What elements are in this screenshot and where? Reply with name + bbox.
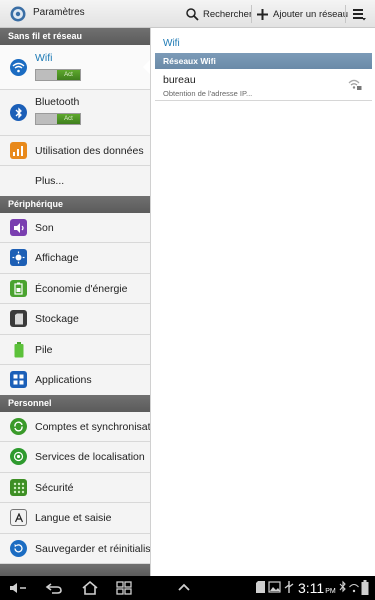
settings-item-wifi[interactable]: Wifi Act: [0, 45, 150, 90]
wifi-toggle[interactable]: Act: [35, 69, 81, 81]
sd-card-icon: [10, 310, 27, 327]
section-header-system-partial: [0, 564, 150, 576]
settings-item-label: Économie d'énergie: [35, 283, 128, 295]
section-header-device: Périphérique: [0, 196, 150, 213]
wifi-detail-panel: Wifi Réseaux Wifi bureau Obtention de l'…: [150, 28, 375, 576]
settings-item-label: Pile: [35, 344, 53, 356]
network-status: Obtention de l'adresse IP...: [163, 89, 253, 98]
settings-item-location[interactable]: Services de localisation: [0, 442, 150, 473]
settings-item-bluetooth[interactable]: Bluetooth Act: [0, 90, 150, 136]
apps-grid-icon: [10, 371, 27, 388]
settings-item-accounts-sync[interactable]: Comptes et synchronisation: [0, 412, 150, 442]
settings-item-label: Stockage: [35, 313, 79, 325]
settings-item-label: Services de localisation: [35, 451, 145, 463]
menu-icon: [353, 9, 366, 21]
settings-item-label: Affichage: [35, 252, 79, 264]
back-icon[interactable]: [44, 580, 64, 596]
settings-item-label: Sauvegarder et réinitialiser: [35, 543, 150, 555]
security-grid-icon: [10, 479, 27, 496]
settings-item-label: Applications: [35, 374, 92, 386]
usb-icon: [284, 581, 294, 593]
clock: 3:11PM: [298, 580, 336, 596]
brightness-icon: [10, 249, 27, 266]
sync-icon: [10, 418, 27, 435]
bluetooth-icon: [10, 104, 27, 121]
home-icon[interactable]: [80, 580, 100, 596]
sd-notification-icon: [256, 581, 265, 593]
settings-item-power-saving[interactable]: Économie d'énergie: [0, 274, 150, 304]
settings-item-label: Bluetooth: [35, 96, 80, 108]
settings-item-more[interactable]: Plus...: [0, 166, 150, 196]
bluetooth-toggle[interactable]: Act: [35, 113, 81, 125]
recent-apps-icon[interactable]: [115, 580, 133, 596]
settings-item-display[interactable]: Affichage: [0, 243, 150, 274]
keyboard-a-icon: [10, 509, 27, 526]
settings-item-data-usage[interactable]: Utilisation des données: [0, 136, 150, 166]
battery-icon: [10, 341, 27, 358]
settings-item-sound[interactable]: Son: [0, 213, 150, 243]
wifi-networks-header: Réseaux Wifi: [155, 53, 372, 69]
settings-item-language-input[interactable]: Langue et saisie: [0, 503, 150, 534]
network-name: bureau: [163, 74, 196, 86]
battery-status-icon: [361, 580, 369, 595]
search-label: Rechercher: [203, 8, 253, 20]
divider: [155, 100, 372, 101]
settings-item-battery[interactable]: Pile: [0, 335, 150, 365]
toggle-on-label: Act: [57, 70, 80, 80]
settings-item-label: Langue et saisie: [35, 512, 112, 524]
settings-list: Sans fil et réseau Wifi Act Bluetooth Ac…: [0, 28, 150, 576]
settings-item-label: Son: [35, 222, 54, 234]
overflow-menu-button[interactable]: [352, 4, 370, 24]
wifi-status-icon: [349, 583, 359, 593]
wifi-icon: [10, 59, 27, 76]
app-title: Paramètres: [33, 7, 85, 18]
settings-item-backup-reset[interactable]: Sauvegarder et réinitialiser: [0, 534, 150, 564]
chevron-up-icon[interactable]: [176, 580, 192, 596]
divider: [251, 5, 252, 23]
settings-item-label: Comptes et synchronisation: [35, 421, 150, 433]
bluetooth-status-icon: [339, 580, 346, 593]
plus-icon: [257, 8, 268, 20]
settings-item-label: Wifi: [35, 52, 53, 64]
location-icon: [10, 448, 27, 465]
settings-item-storage[interactable]: Stockage: [0, 304, 150, 335]
settings-item-applications[interactable]: Applications: [0, 365, 150, 395]
panel-title: Wifi: [163, 38, 180, 49]
settings-gear-icon[interactable]: [9, 5, 27, 23]
system-bar: 3:11PM: [0, 576, 375, 600]
clock-time: 3:11: [298, 580, 325, 596]
settings-item-label: Sécurité: [35, 482, 74, 494]
add-network-label: Ajouter un réseau: [273, 8, 348, 20]
backup-restore-icon: [10, 540, 27, 557]
settings-item-security[interactable]: Sécurité: [0, 473, 150, 503]
search-wifi-icon: [186, 8, 199, 21]
power-saving-icon: [10, 280, 27, 297]
toggle-on-label: Act: [57, 114, 80, 124]
data-usage-icon: [10, 142, 27, 159]
settings-item-label: Utilisation des données: [35, 145, 144, 157]
section-header-wireless: Sans fil et réseau: [0, 28, 150, 45]
section-header-personal: Personnel: [0, 395, 150, 412]
image-notification-icon: [268, 581, 281, 593]
action-bar: Paramètres Rechercher Ajouter un réseau: [0, 0, 375, 28]
speaker-icon: [10, 219, 27, 236]
add-network-button[interactable]: Ajouter un réseau: [256, 4, 348, 24]
search-button[interactable]: Rechercher: [185, 4, 252, 24]
wifi-signal-locked-icon: [348, 79, 362, 90]
volume-down-icon[interactable]: [8, 580, 28, 596]
clock-ampm: PM: [325, 588, 336, 595]
settings-item-label: Plus...: [35, 175, 65, 187]
divider: [345, 5, 346, 23]
